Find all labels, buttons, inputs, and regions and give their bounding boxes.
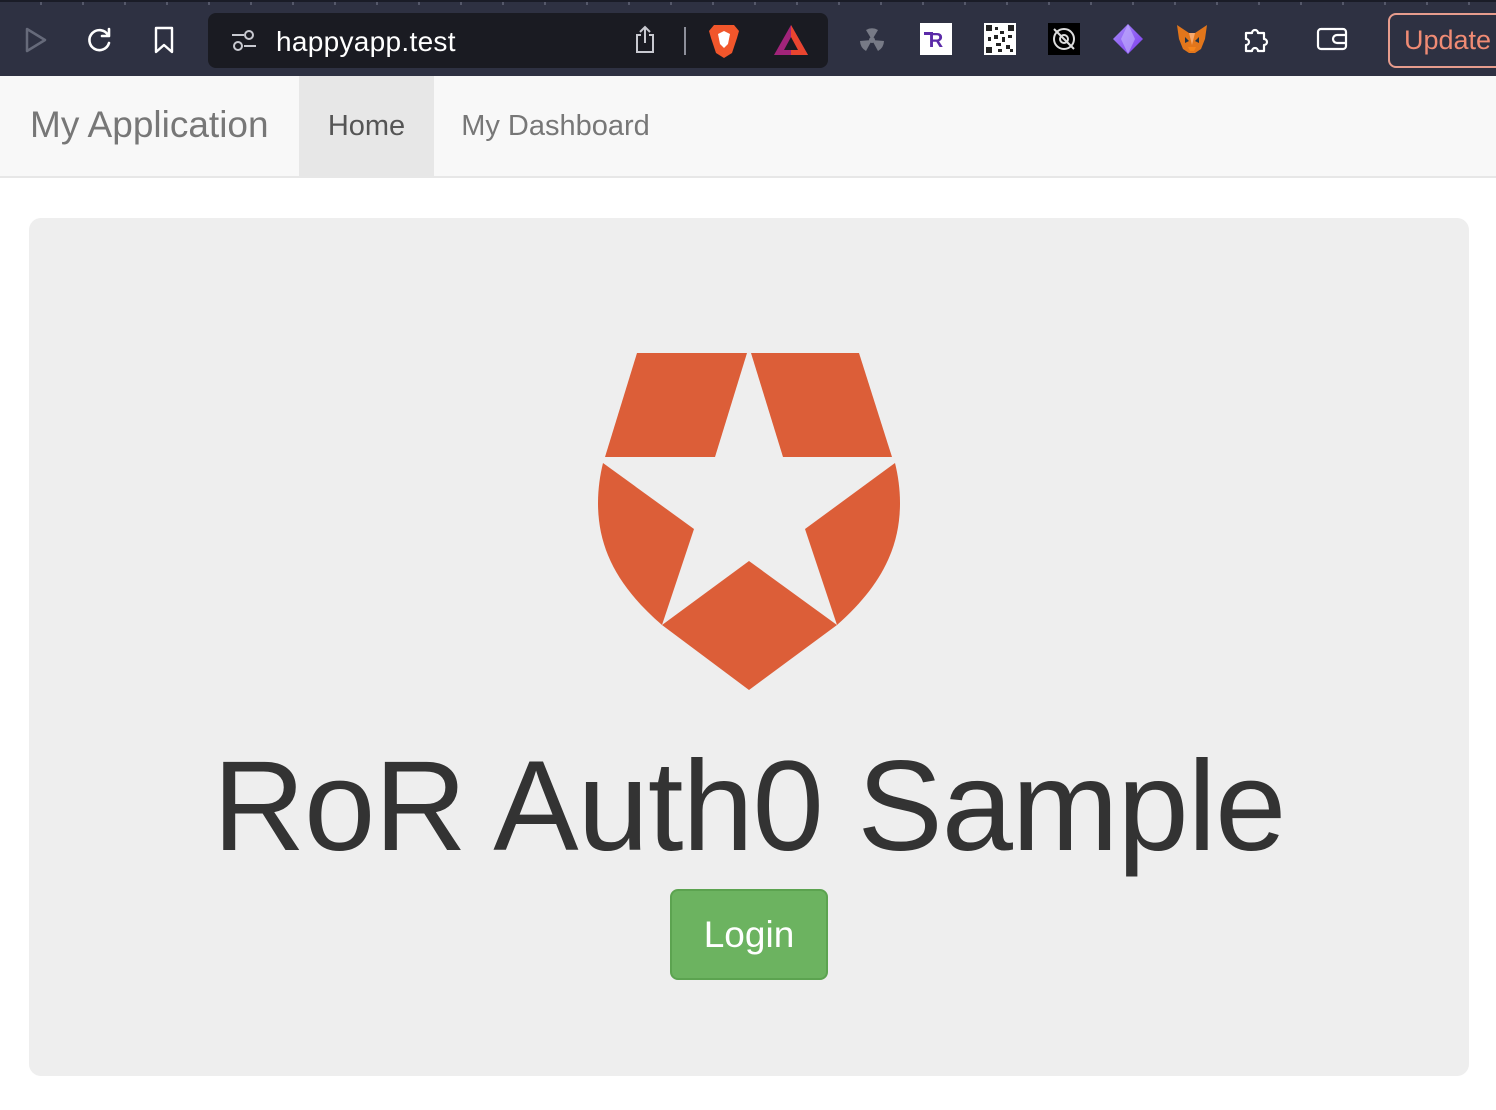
- jumbotron: RoR Auth0 Sample Login: [29, 218, 1469, 1076]
- bookmark-icon[interactable]: [144, 20, 184, 60]
- reload-icon[interactable]: [79, 20, 119, 60]
- address-bar[interactable]: happyapp.test: [208, 13, 828, 68]
- play-icon[interactable]: [16, 20, 56, 60]
- tab-strip: [0, 2, 1496, 5]
- wallet-icon[interactable]: [1315, 22, 1349, 56]
- gem-extension-icon[interactable]: [1111, 22, 1145, 56]
- brand-link[interactable]: My Application: [30, 104, 269, 146]
- extensions-puzzle-icon[interactable]: [1239, 22, 1273, 56]
- brave-shields-icon[interactable]: [706, 22, 742, 65]
- metamask-fox-icon[interactable]: [1175, 22, 1209, 56]
- url-text[interactable]: happyapp.test: [276, 26, 456, 58]
- site-settings-icon[interactable]: [230, 27, 258, 58]
- browser-toolbar: happyapp.test R Update: [0, 0, 1496, 76]
- dark-extension-icon[interactable]: [1047, 22, 1081, 56]
- qr-extension-icon[interactable]: [983, 22, 1017, 56]
- auth0-logo-icon: [598, 353, 900, 690]
- page-title: RoR Auth0 Sample: [212, 735, 1287, 878]
- radioactive-extension-icon[interactable]: [855, 22, 889, 56]
- nav-item-my-dashboard[interactable]: My Dashboard: [434, 76, 677, 176]
- login-button[interactable]: Login: [670, 889, 828, 980]
- url-divider: [684, 27, 686, 55]
- update-button[interactable]: Update: [1388, 13, 1496, 68]
- share-icon[interactable]: [633, 25, 657, 60]
- nav-item-home[interactable]: Home: [299, 76, 434, 176]
- r-extension-icon[interactable]: R: [919, 22, 953, 56]
- brave-rewards-icon[interactable]: [772, 23, 810, 62]
- app-navbar: My Application Home My Dashboard: [0, 76, 1496, 178]
